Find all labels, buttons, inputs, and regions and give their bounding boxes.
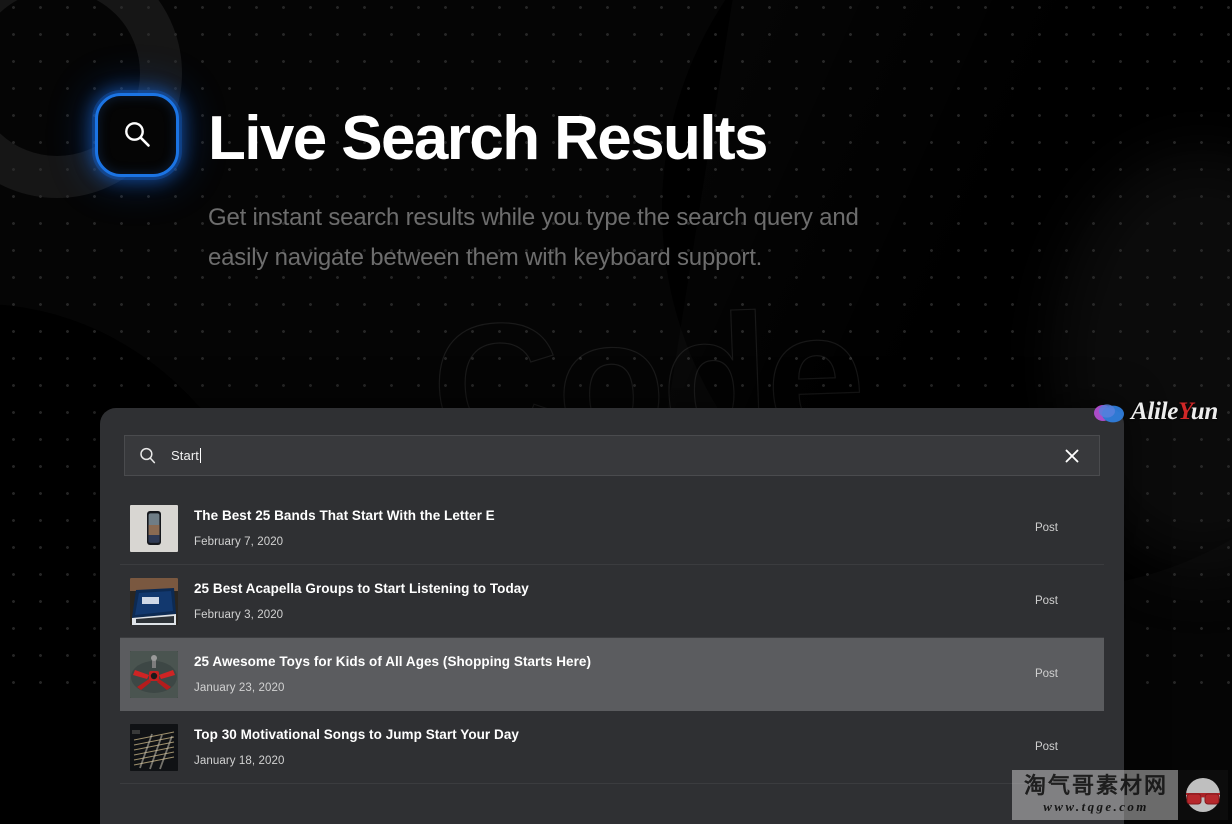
search-result-type: Post <box>1034 668 1058 680</box>
search-input[interactable]: Start <box>171 448 1045 463</box>
glasses-icon <box>1186 778 1220 812</box>
search-result-type: Post <box>1034 595 1058 607</box>
search-result-type: Post <box>1034 741 1058 753</box>
search-result-row[interactable]: The Best 25 Bands That Start With the Le… <box>120 492 1104 565</box>
search-result-title: The Best 25 Bands That Start With the Le… <box>194 508 495 524</box>
watermark-tqge-cn: 淘气哥素材网 <box>1023 773 1168 799</box>
cloud-icon <box>1093 404 1124 423</box>
watermark-alileyun-text: AlileYun <box>1131 398 1218 426</box>
clear-search-button[interactable] <box>1045 436 1099 475</box>
close-icon <box>1065 449 1079 462</box>
search-icon <box>125 436 171 475</box>
magnifier-icon <box>125 122 150 147</box>
phone-on-white-thumbnail <box>130 504 178 552</box>
search-input-value: Start <box>171 448 199 463</box>
search-result-date: February 7, 2020 <box>194 535 284 548</box>
search-result-row[interactable]: 25 Best Acapella Groups to Start Listeni… <box>120 565 1104 638</box>
search-icon-badge <box>95 93 179 177</box>
watermark-text-after: un <box>1190 398 1219 425</box>
watermark-tqge-logo <box>1178 770 1228 820</box>
search-result-text: Top 30 Motivational Songs to Jump Start … <box>194 727 1035 766</box>
search-result-text: 25 Best Acapella Groups to Start Listeni… <box>194 581 1035 620</box>
page-root: Code Live Search Results Get instant sea… <box>0 0 1232 824</box>
search-result-row[interactable]: Top 30 Motivational Songs to Jump Start … <box>120 711 1104 784</box>
search-result-title: 25 Best Acapella Groups to Start Listeni… <box>194 581 529 597</box>
page-subtitle: Get instant search results while you typ… <box>208 204 859 271</box>
search-result-title: Top 30 Motivational Songs to Jump Start … <box>194 727 519 743</box>
watermark-text-before: Alile <box>1130 398 1179 425</box>
search-result-date: February 3, 2020 <box>194 608 284 621</box>
red-drone-toy-thumbnail <box>130 650 178 698</box>
watermark-tqge-url: www.tqge.com <box>1043 799 1149 815</box>
text-caret <box>199 448 201 463</box>
search-result-text: The Best 25 Bands That Start With the Le… <box>194 508 1035 547</box>
watermark-alileyun: AlileYun <box>1092 398 1218 426</box>
search-result-row-active[interactable]: 25 Awesome Toys for Kids of All Ages (Sh… <box>120 638 1104 711</box>
dark-piano-keys-thumbnail <box>130 723 178 771</box>
watermark-tqge-box: 淘气哥素材网 www.tqge.com <box>1011 770 1178 820</box>
search-result-title: 25 Awesome Toys for Kids of All Ages (Sh… <box>194 654 592 670</box>
page-title: Live Search Results <box>208 104 768 173</box>
search-bar[interactable]: Start <box>124 435 1100 476</box>
search-result-text: 25 Awesome Toys for Kids of All Ages (Sh… <box>194 654 1035 693</box>
live-search-panel: Start The Best 25 Bands That Start With … <box>100 408 1124 824</box>
laptop-blue-screen-thumbnail <box>130 577 178 625</box>
watermark-text-highlight: Y <box>1178 398 1191 425</box>
watermark-tqge: 淘气哥素材网 www.tqge.com <box>1011 770 1228 820</box>
search-result-date: January 23, 2020 <box>194 681 285 694</box>
search-result-date: January 18, 2020 <box>194 754 285 767</box>
search-results-list: The Best 25 Bands That Start With the Le… <box>120 492 1104 784</box>
search-result-type: Post <box>1034 522 1058 534</box>
